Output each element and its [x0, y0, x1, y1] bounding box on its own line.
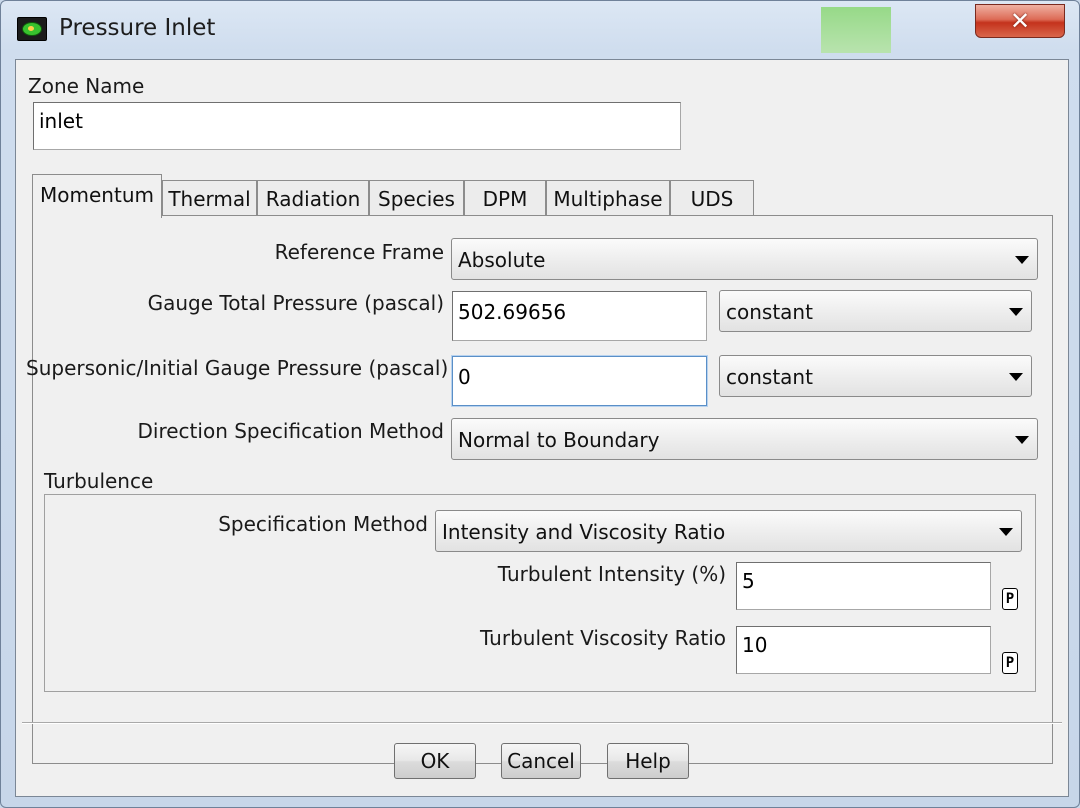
tab-uds[interactable]: UDS — [670, 180, 754, 216]
gauge-total-pressure-method-value: constant — [726, 300, 813, 324]
gauge-total-pressure-method-select[interactable]: constant — [719, 290, 1032, 332]
specification-method-select[interactable]: Intensity and Viscosity Ratio — [435, 510, 1022, 552]
specification-method-label: Specification Method — [218, 512, 428, 536]
direction-method-label: Direction Specification Method — [137, 419, 444, 443]
turbulent-intensity-label: Turbulent Intensity (%) — [497, 562, 726, 586]
turbulence-group-label: Turbulence — [44, 469, 154, 493]
gauge-total-pressure-input[interactable]: 502.69656 — [452, 291, 707, 341]
reference-frame-label: Reference Frame — [274, 240, 444, 264]
supersonic-pressure-input[interactable]: 0 — [452, 356, 707, 406]
turbulent-viscosity-ratio-input[interactable]: 10 — [736, 626, 991, 674]
direction-method-select[interactable]: Normal to Boundary — [451, 418, 1038, 460]
close-icon: ✕ — [1009, 7, 1031, 35]
tab-species[interactable]: Species — [369, 180, 464, 216]
reference-frame-select[interactable]: Absolute — [451, 238, 1038, 280]
dialog-body: Zone Name inlet Momentum Thermal Radiati… — [15, 59, 1069, 797]
tab-radiation[interactable]: Radiation — [257, 180, 369, 216]
turbulent-intensity-input[interactable]: 5 — [736, 562, 991, 610]
zone-name-input[interactable]: inlet — [33, 102, 681, 150]
chevron-down-icon — [1009, 308, 1023, 316]
zone-name-label: Zone Name — [28, 74, 145, 98]
title-bar[interactable]: Pressure Inlet ✕ — [1, 1, 1079, 57]
supersonic-pressure-method-value: constant — [726, 365, 813, 389]
chevron-down-icon — [1009, 373, 1023, 381]
specification-method-value: Intensity and Viscosity Ratio — [442, 520, 726, 544]
title-glow — [821, 7, 891, 53]
supersonic-pressure-method-select[interactable]: constant — [719, 355, 1032, 397]
ok-button[interactable]: OK — [394, 743, 476, 779]
turbulent-viscosity-ratio-label: Turbulent Viscosity Ratio — [480, 626, 726, 650]
gauge-total-pressure-label: Gauge Total Pressure (pascal) — [147, 291, 444, 315]
button-separator — [22, 722, 1062, 724]
parameter-icon[interactable]: P — [1002, 588, 1018, 610]
supersonic-pressure-label: Supersonic/Initial Gauge Pressure (pasca… — [26, 356, 449, 380]
tab-dpm[interactable]: DPM — [464, 180, 546, 216]
fluent-eye-icon — [17, 17, 47, 41]
parameter-icon[interactable]: P — [1002, 652, 1018, 674]
help-button[interactable]: Help — [607, 743, 689, 779]
chevron-down-icon — [1015, 436, 1029, 444]
close-button[interactable]: ✕ — [975, 4, 1065, 38]
window-title: Pressure Inlet — [59, 15, 216, 41]
direction-method-value: Normal to Boundary — [458, 428, 660, 452]
reference-frame-value: Absolute — [458, 248, 546, 272]
tab-thermal[interactable]: Thermal — [162, 180, 257, 216]
cancel-button[interactable]: Cancel — [501, 743, 581, 779]
pressure-inlet-dialog: Pressure Inlet ✕ Zone Name inlet Momentu… — [0, 0, 1080, 808]
chevron-down-icon — [999, 528, 1013, 536]
chevron-down-icon — [1015, 256, 1029, 264]
tab-multiphase[interactable]: Multiphase — [546, 180, 670, 216]
tab-momentum[interactable]: Momentum — [32, 174, 162, 218]
